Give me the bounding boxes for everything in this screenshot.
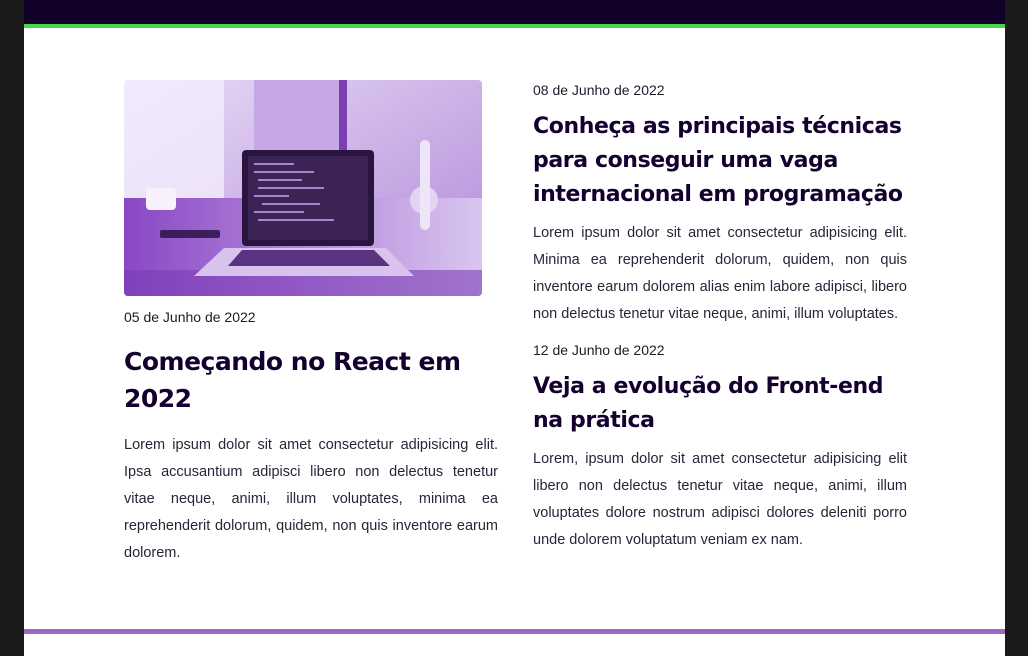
footer-accent-line xyxy=(24,629,1005,634)
post-list: 08 de Junho de 2022 Conheça as principai… xyxy=(533,82,907,554)
header-bar xyxy=(24,0,1005,24)
page: 05 de Junho de 2022 Começando no React e… xyxy=(24,0,1005,656)
post-excerpt: Lorem, ipsum dolor sit amet consectetur … xyxy=(533,451,907,548)
post-date: 08 de Junho de 2022 xyxy=(533,82,665,98)
post-title[interactable]: Começando no React em 2022 xyxy=(124,343,498,417)
post-card[interactable]: 08 de Junho de 2022 Conheça as principai… xyxy=(533,82,907,328)
post-date: 12 de Junho de 2022 xyxy=(533,342,665,358)
post-title[interactable]: Conheça as principais técnicas para cons… xyxy=(533,110,907,212)
post-cover-image[interactable] xyxy=(124,80,482,296)
post-card[interactable]: 12 de Junho de 2022 Veja a evolução do F… xyxy=(533,342,907,554)
post-excerpt: Lorem ipsum dolor sit amet consectetur a… xyxy=(124,437,498,561)
post-excerpt: Lorem ipsum dolor sit amet consectetur a… xyxy=(533,225,907,322)
laptop-desk-illustration xyxy=(124,80,482,296)
post-title[interactable]: Veja a evolução do Front-end na prática xyxy=(533,370,907,438)
featured-post[interactable]: 05 de Junho de 2022 Começando no React e… xyxy=(124,80,498,567)
header-accent-line xyxy=(24,24,1005,28)
post-date: 05 de Junho de 2022 xyxy=(124,309,256,325)
